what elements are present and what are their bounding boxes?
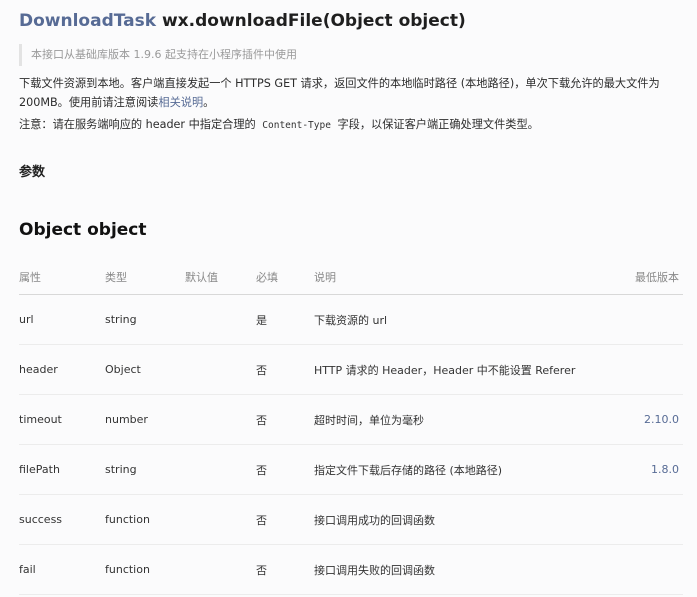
notice-suffix: 字段，以保证客户端正确处理文件类型。 [333,118,539,131]
col-header-type: 类型 [105,259,185,295]
cell-type: function [105,494,185,545]
cell-type: string [105,294,185,345]
cell-required: 是 [256,294,314,345]
params-heading: 参数 [19,165,46,180]
cell-property: url [19,294,105,345]
cell-required: 否 [256,544,314,595]
cell-property: timeout [19,394,105,445]
col-header-description: 说明 [314,259,614,295]
related-docs-link[interactable]: 相关说明 [158,96,203,109]
cell-property: fail [19,544,105,595]
plugin-support-note: 本接口从基础库版本 1.9.6 起支持在小程序插件中使用 [19,44,297,66]
cell-description: 指定文件下载后存储的路径 (本地路径) [314,444,614,495]
cell-description: 下载资源的 url [314,294,614,345]
cell-default [185,344,256,395]
object-heading: Object object [19,220,147,240]
cell-min-version [614,294,683,345]
description-paragraph: 下载文件资源到本地。客户端直接发起一个 HTTPS GET 请求，返回文件的本地… [19,74,689,112]
cell-type: function [105,544,185,595]
cell-required: 否 [256,344,314,395]
version-link[interactable]: 1.8.0 [614,444,683,495]
cell-default [185,444,256,495]
cell-property: filePath [19,444,105,495]
col-header-property: 属性 [19,259,105,295]
cell-required: 否 [256,494,314,545]
params-table: 属性 类型 默认值 必填 说明 最低版本 url string 是 下载资源的 … [19,259,683,595]
table-row: timeout number 否 超时时间，单位为毫秒 2.10.0 [19,394,683,445]
cell-min-version [614,494,683,545]
downloadtask-link[interactable]: DownloadTask [19,11,156,31]
notice-prefix: 注意：请在服务端响应的 header 中指定合理的 [19,118,260,131]
cell-required: 否 [256,394,314,445]
table-header-row: 属性 类型 默认值 必填 说明 最低版本 [19,259,683,295]
table-row: success function 否 接口调用成功的回调函数 [19,494,683,545]
cell-type: string [105,444,185,495]
notice-paragraph: 注意：请在服务端响应的 header 中指定合理的 Content-Type 字… [19,115,689,135]
col-header-default: 默认值 [185,259,256,295]
cell-property: success [19,494,105,545]
api-signature: wx.downloadFile(Object object) [156,11,466,31]
page-title: DownloadTask wx.downloadFile(Object obje… [19,10,466,32]
col-header-required: 必填 [256,259,314,295]
cell-description: 接口调用失败的回调函数 [314,544,614,595]
cell-description: HTTP 请求的 Header，Header 中不能设置 Referer [314,344,614,395]
cell-min-version [614,344,683,395]
doc-page: DownloadTask wx.downloadFile(Object obje… [0,0,697,597]
cell-default [185,544,256,595]
cell-required: 否 [256,444,314,495]
cell-description: 接口调用成功的回调函数 [314,494,614,545]
col-header-min-version: 最低版本 [614,259,683,295]
cell-property: header [19,344,105,395]
cell-type: number [105,394,185,445]
table-row: header Object 否 HTTP 请求的 Header，Header 中… [19,344,683,395]
cell-min-version [614,544,683,595]
table-row: filePath string 否 指定文件下载后存储的路径 (本地路径) 1.… [19,444,683,495]
cell-default [185,394,256,445]
cell-description: 超时时间，单位为毫秒 [314,394,614,445]
cell-type: Object [105,344,185,395]
version-link[interactable]: 2.10.0 [614,394,683,445]
content-type-code: Content-Type [262,120,331,131]
description-end: 。 [203,96,215,109]
table-row: fail function 否 接口调用失败的回调函数 [19,544,683,595]
cell-default [185,494,256,545]
cell-default [185,294,256,345]
description-text: 下载文件资源到本地。客户端直接发起一个 HTTPS GET 请求，返回文件的本地… [19,77,660,109]
table-row: url string 是 下载资源的 url [19,294,683,345]
